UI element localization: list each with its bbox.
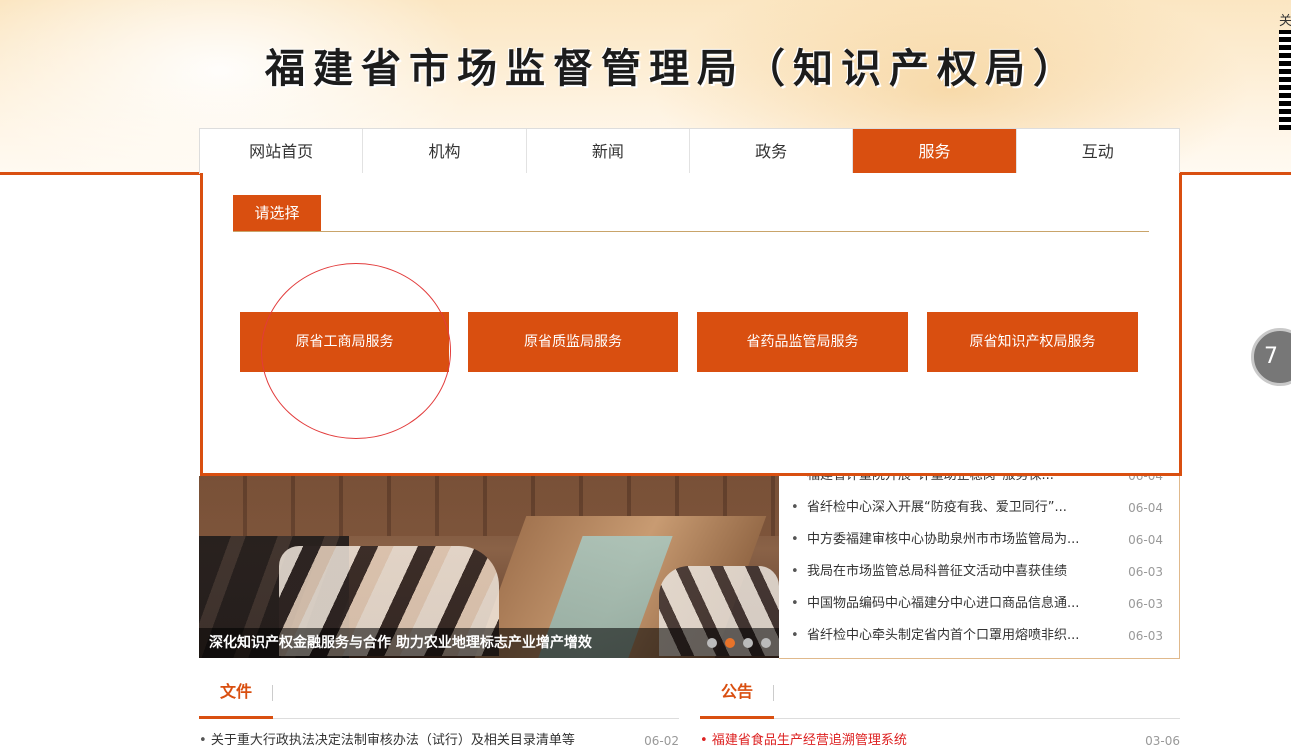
bullet-icon: • [791,532,799,547]
qr-code-icon [1279,30,1291,130]
docs-item-title[interactable]: 关于重大行政执法决定法制审核办法（试行）及相关目录清单等 [211,733,575,748]
news-title[interactable]: 省纤检中心牵头制定省内首个口罩用熔喷非织... [807,620,1107,652]
former-quality-supervision-services-button[interactable]: 原省质监局服务 [468,312,678,372]
notices-item-title[interactable]: 福建省食品生产经营追溯管理系统 [712,733,907,748]
former-ip-office-services-button[interactable]: 原省知识产权局服务 [927,312,1138,372]
news-item[interactable]: • 省纤检中心深入开展“防疫有我、爱卫同行”... 06-04 [791,492,1169,524]
news-date: 06-03 [1128,629,1163,643]
site-title: 福建省市场监督管理局（知识产权局） [265,45,1081,92]
drug-administration-services-button[interactable]: 省药品监管局服务 [697,312,908,372]
news-date: 06-03 [1128,597,1163,611]
close-label[interactable]: 关 [1279,10,1291,29]
news-title[interactable]: 中国物品编码中心福建分中心进口商品信息通... [807,588,1107,620]
slider-dot-4[interactable] [761,638,771,648]
news-title[interactable]: 我局在市场监管总局科普征文活动中喜获佳绩 [807,556,1107,588]
docs-item-date: 06-02 [644,734,679,748]
docs-list-item[interactable]: • 关于重大行政执法决定法制审核办法（试行）及相关目录清单等 06-02 [199,731,679,751]
tab-docs[interactable]: 文件 [199,676,273,719]
news-date: 06-04 [1128,501,1163,515]
section-separator [773,685,774,701]
services-dropdown: 请选择 原省工商局服务 原省质监局服务 省药品监管局服务 原省知识产权局服务 [200,173,1182,476]
slider-caption[interactable]: 深化知识产权金融服务与合作 助力农业地理标志产业增产增效 [199,628,779,658]
floating-widget-button[interactable]: 7 [1251,328,1291,386]
news-date: 06-04 [1128,533,1163,547]
nav-item-government[interactable]: 政务 [690,129,854,174]
slider-dots [707,638,771,648]
slider-dot-2[interactable] [725,638,735,648]
docs-section-header: 文件 [199,676,679,719]
news-title[interactable]: 省纤检中心深入开展“防疫有我、爱卫同行”... [807,492,1107,524]
news-title[interactable]: 中方委福建审核中心协助泉州市市场监管局为... [807,524,1107,556]
nav-item-news[interactable]: 新闻 [527,129,690,174]
news-item[interactable]: • 我局在市场监管总局科普征文活动中喜获佳绩 06-03 [791,556,1169,588]
news-item[interactable]: • 中国物品编码中心福建分中心进口商品信息通... 06-03 [791,588,1169,620]
notices-list-item[interactable]: • 福建省食品生产经营追溯管理系统 03-06 [700,731,1180,751]
slider-dot-1[interactable] [707,638,717,648]
news-date: 06-03 [1128,565,1163,579]
tab-notices[interactable]: 公告 [700,676,774,719]
bullet-icon: • [791,596,799,611]
news-item[interactable]: • 省纤检中心牵头制定省内首个口罩用熔喷非织... 06-03 [791,620,1169,652]
nav-item-interaction[interactable]: 互动 [1017,129,1179,174]
former-aic-services-button[interactable]: 原省工商局服务 [240,312,449,372]
bullet-icon: • [791,564,799,579]
dropdown-header: 请选择 [233,195,1149,232]
nav-item-organization[interactable]: 机构 [363,129,527,174]
photo-slider[interactable]: 深化知识产权金融服务与合作 助力农业地理标志产业增产增效 [199,476,779,658]
main-nav: 网站首页 机构 新闻 政务 服务 互动 [199,128,1180,174]
bullet-icon: • [791,628,799,643]
section-separator [272,685,273,701]
nav-item-home[interactable]: 网站首页 [200,129,364,174]
notices-item-date: 03-06 [1145,734,1180,748]
nav-item-services[interactable]: 服务 [853,129,1017,174]
slider-dot-3[interactable] [743,638,753,648]
bullet-icon: • [791,500,799,515]
dropdown-label: 请选择 [233,195,321,231]
news-list: • 福建省评量院开展“计量助企稳岗”服务保... 06-04 • 省纤检中心深入… [779,458,1180,659]
notices-section-header: 公告 [700,676,1180,719]
news-item[interactable]: • 中方委福建审核中心协助泉州市市场监管局为... 06-04 [791,524,1169,556]
